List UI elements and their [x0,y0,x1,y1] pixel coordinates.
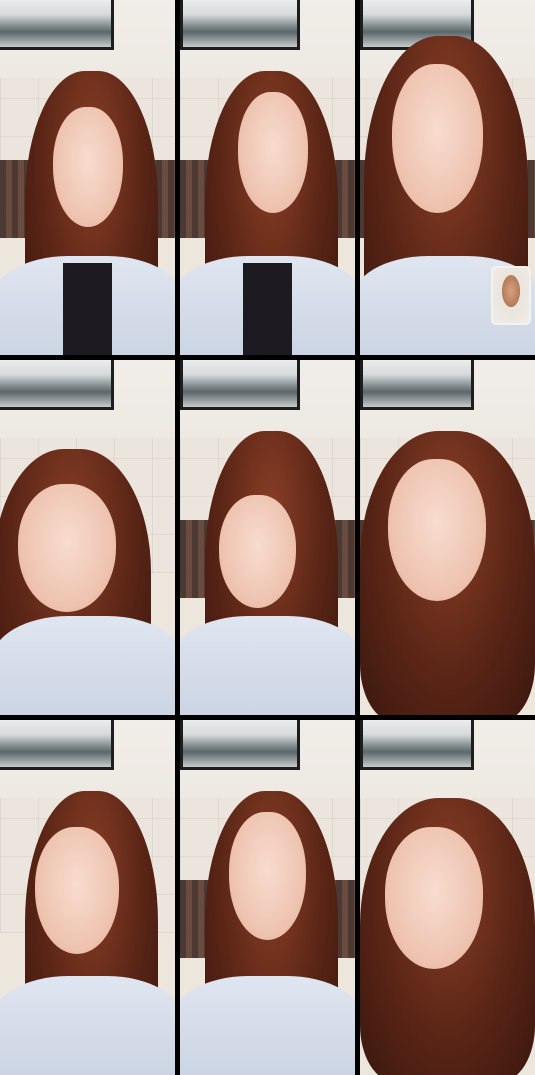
landscape-painting [360,360,474,410]
video-frame-1 [0,0,175,355]
landscape-painting [180,0,300,50]
video-frame-6 [360,360,535,715]
video-frame-3 [360,0,535,355]
landscape-painting [180,360,300,410]
dark-top [243,262,292,355]
shirt [180,615,355,715]
landscape-painting [0,360,114,410]
video-frame-4 [0,360,175,715]
landscape-painting [180,720,300,770]
face [52,106,123,228]
face [237,92,308,213]
face [384,826,483,969]
pip-video-thumbnail[interactable] [491,266,531,325]
face [218,494,296,609]
video-frame-5 [180,360,355,715]
landscape-painting [0,0,114,50]
face [391,63,483,213]
shirt [0,975,175,1075]
face [17,484,116,613]
landscape-painting [0,720,114,770]
shirt [0,615,175,715]
video-frame-2 [180,0,355,355]
video-frame-8 [180,720,355,1075]
face [388,459,486,602]
video-collage-grid [0,0,535,1075]
dark-top [63,262,112,355]
landscape-painting [360,720,474,770]
shirt [180,975,355,1075]
video-frame-9 [360,720,535,1075]
face [35,826,119,955]
video-frame-7 [0,720,175,1075]
face [229,812,306,941]
